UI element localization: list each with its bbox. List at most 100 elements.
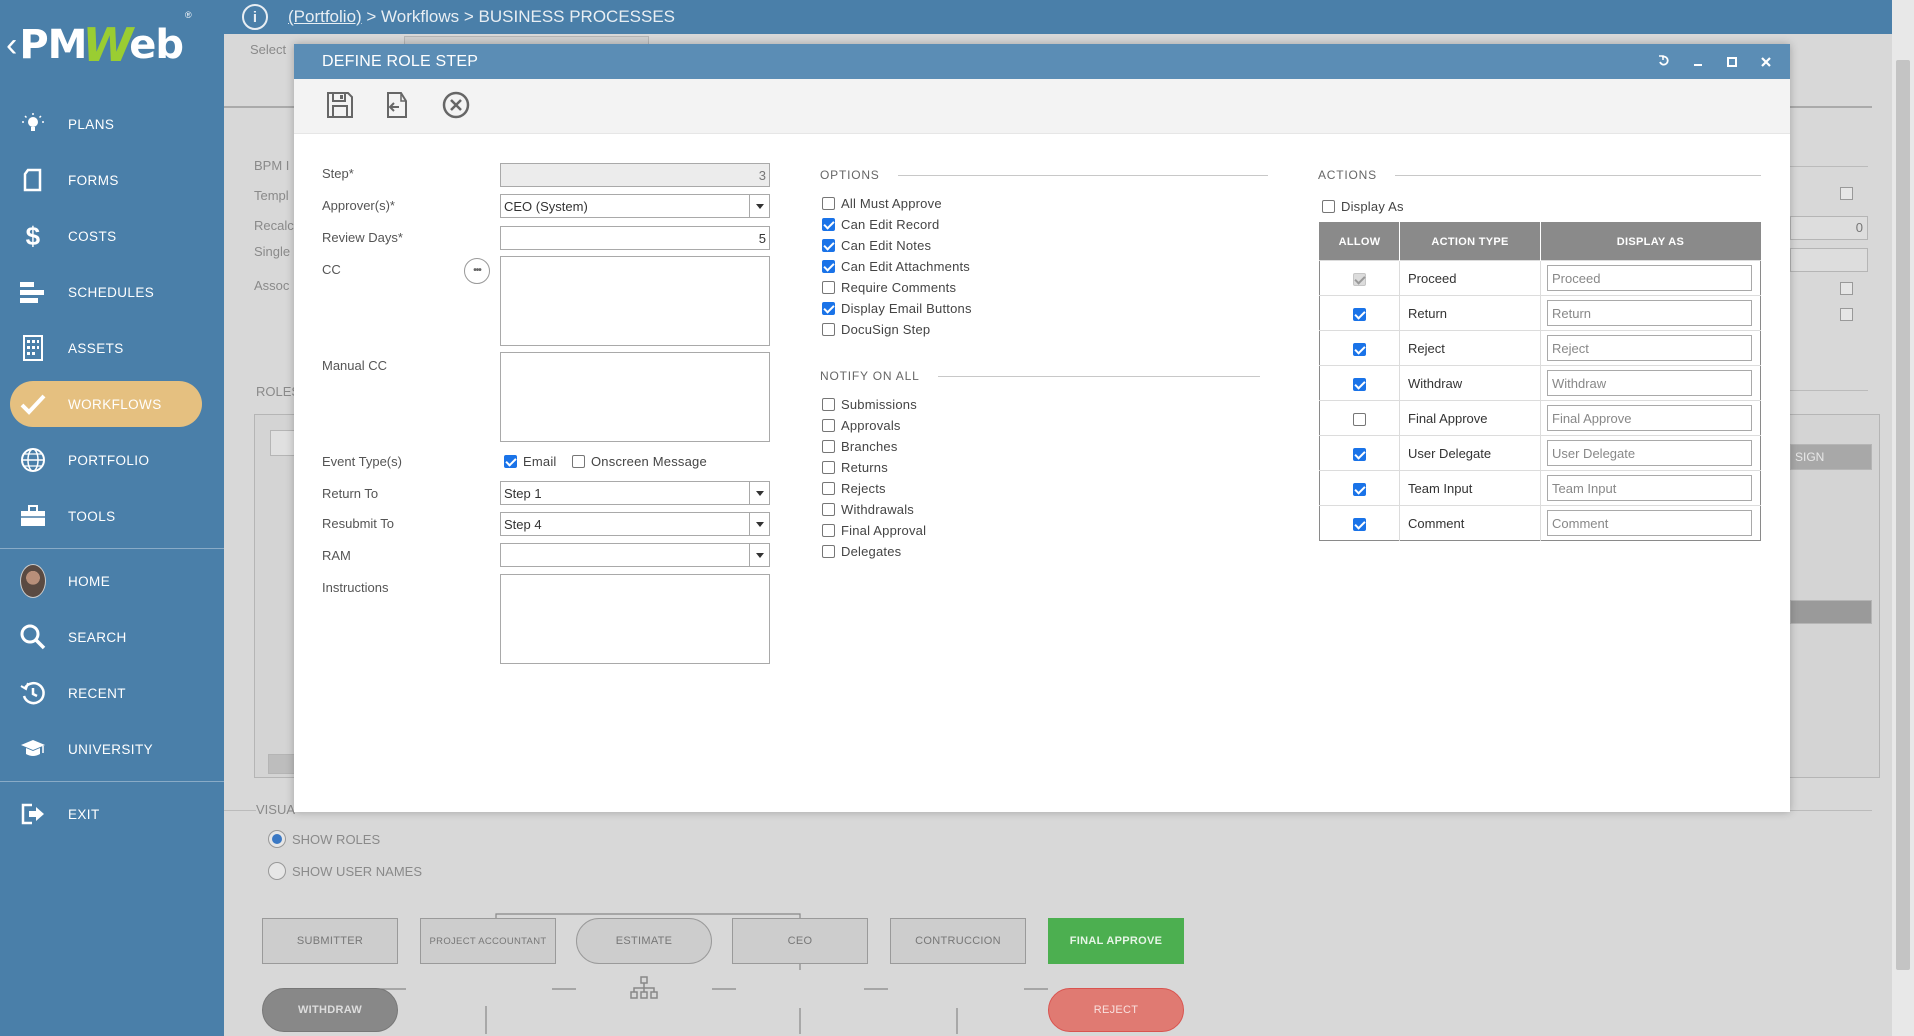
workflow-node-submitter[interactable]: SUBMITTER xyxy=(262,918,398,964)
maximize-icon[interactable] xyxy=(1722,54,1742,70)
page-scrollbar[interactable] xyxy=(1892,0,1914,1036)
checkbox-box[interactable] xyxy=(822,323,835,336)
notify-branches[interactable]: Branches xyxy=(822,439,898,454)
notify-withdrawals[interactable]: Withdrawals xyxy=(822,502,914,517)
sidebar-item-plans[interactable]: PLANS xyxy=(0,96,224,152)
checkbox-box[interactable] xyxy=(822,440,835,453)
option-require-comments[interactable]: Require Comments xyxy=(822,280,956,295)
notify-delegates[interactable]: Delegates xyxy=(822,544,901,559)
workflow-node-final-approve[interactable]: FINAL APPROVE xyxy=(1048,918,1184,964)
checkbox-box[interactable] xyxy=(822,524,835,537)
minimize-icon[interactable] xyxy=(1688,54,1708,70)
restore-icon[interactable] xyxy=(1654,54,1674,70)
checkbox-box[interactable] xyxy=(822,503,835,516)
sidebar-item-tools[interactable]: TOOLS xyxy=(0,488,224,544)
sidebar-item-workflows[interactable]: WORKFLOWS xyxy=(10,381,202,427)
show-user-names-radio[interactable] xyxy=(268,862,286,880)
workflow-node-project-accountant[interactable]: PROJECT ACCOUNTANT xyxy=(420,918,556,964)
notify-final-approval[interactable]: Final Approval xyxy=(822,523,926,538)
org-chart-icon[interactable] xyxy=(630,976,658,1003)
sidebar-item-university[interactable]: UNIVERSITY xyxy=(0,721,224,777)
allow-checkbox[interactable] xyxy=(1353,517,1366,531)
display-as-input[interactable]: Withdraw xyxy=(1547,370,1752,396)
display-as-input[interactable]: Final Approve xyxy=(1547,405,1752,431)
info-icon[interactable]: i xyxy=(242,4,268,30)
display-as-input[interactable]: Team Input xyxy=(1547,475,1752,501)
return-to-dropdown[interactable]: Step 1 xyxy=(500,481,770,505)
workflow-node-contruccion[interactable]: CONTRUCCION xyxy=(890,918,1026,964)
allow-checkbox[interactable] xyxy=(1353,482,1366,496)
close-icon[interactable] xyxy=(1756,54,1776,70)
notify-rejects[interactable]: Rejects xyxy=(822,481,886,496)
instructions-textarea[interactable] xyxy=(500,574,770,664)
event-email-checkbox[interactable]: Email xyxy=(504,454,557,469)
option-docusign-step[interactable]: DocuSign Step xyxy=(822,322,930,337)
checkbox-box[interactable] xyxy=(822,218,835,231)
chevron-down-icon[interactable] xyxy=(749,195,769,217)
chevron-down-icon[interactable] xyxy=(749,544,769,566)
workflow-node-reject[interactable]: REJECT xyxy=(1048,988,1184,1032)
cc-lookup-button[interactable]: ••• xyxy=(464,258,490,284)
background-dropdown[interactable] xyxy=(1790,248,1868,272)
option-can-edit-record[interactable]: Can Edit Record xyxy=(822,217,939,232)
breadcrumb-portfolio-link[interactable]: (Portfolio) xyxy=(288,7,362,26)
review-days-input[interactable]: 5 xyxy=(500,226,770,250)
workflow-node-ceo[interactable]: CEO xyxy=(732,918,868,964)
allow-checkbox[interactable] xyxy=(1353,377,1366,391)
display-as-input[interactable]: Return xyxy=(1547,300,1752,326)
display-as-input[interactable]: Comment xyxy=(1547,510,1752,536)
checkbox-box[interactable] xyxy=(822,302,835,315)
option-can-edit-attachments[interactable]: Can Edit Attachments xyxy=(822,259,970,274)
chevron-down-icon[interactable] xyxy=(749,482,769,504)
checkbox-box[interactable] xyxy=(822,197,835,210)
show-roles-radio[interactable] xyxy=(268,830,286,848)
allow-checkbox[interactable] xyxy=(1353,342,1366,356)
display-as-checkbox[interactable]: Display As xyxy=(1322,199,1404,214)
scrollbar-thumb[interactable] xyxy=(1896,60,1910,970)
background-checkbox[interactable] xyxy=(1840,282,1853,295)
display-as-input[interactable]: User Delegate xyxy=(1547,440,1752,466)
sidebar-item-costs[interactable]: $ COSTS xyxy=(0,208,224,264)
checkbox-box[interactable] xyxy=(1322,200,1335,213)
background-checkbox[interactable] xyxy=(1840,308,1853,321)
event-onscreen-checkbox[interactable]: Onscreen Message xyxy=(572,454,707,469)
allow-checkbox[interactable] xyxy=(1353,447,1366,461)
resubmit-to-dropdown[interactable]: Step 4 xyxy=(500,512,770,536)
workflow-node-estimate[interactable]: ESTIMATE xyxy=(576,918,712,964)
chevron-down-icon[interactable] xyxy=(749,513,769,535)
option-can-edit-notes[interactable]: Can Edit Notes xyxy=(822,238,931,253)
sidebar-item-recent[interactable]: RECENT xyxy=(0,665,224,721)
back-chevron-icon[interactable]: ‹ xyxy=(6,28,17,62)
manual-cc-textarea[interactable] xyxy=(500,352,770,442)
notify-returns[interactable]: Returns xyxy=(822,460,888,475)
approvers-dropdown[interactable]: CEO (System) xyxy=(500,194,770,218)
checkbox-box[interactable] xyxy=(822,260,835,273)
checkbox-box[interactable] xyxy=(572,455,585,468)
cc-textarea[interactable] xyxy=(500,256,770,346)
ram-dropdown[interactable] xyxy=(500,543,770,567)
checkbox-box[interactable] xyxy=(822,281,835,294)
sidebar-item-home[interactable]: HOME xyxy=(0,553,224,609)
pmweb-logo[interactable]: ‹ PM W eb ® xyxy=(0,0,224,90)
allow-checkbox[interactable] xyxy=(1353,412,1366,426)
display-as-input[interactable]: Reject xyxy=(1547,335,1752,361)
save-button[interactable] xyxy=(324,90,356,122)
notify-approvals[interactable]: Approvals xyxy=(822,418,901,433)
sidebar-item-forms[interactable]: FORMS xyxy=(0,152,224,208)
cancel-button[interactable] xyxy=(440,90,472,122)
checkbox-box[interactable] xyxy=(504,455,517,468)
allow-checkbox[interactable] xyxy=(1353,307,1366,321)
option-all-must-approve[interactable]: All Must Approve xyxy=(822,196,942,211)
checkbox-box[interactable] xyxy=(822,239,835,252)
sidebar-item-schedules[interactable]: SCHEDULES xyxy=(0,264,224,320)
workflow-node-withdraw[interactable]: WITHDRAW xyxy=(262,988,398,1032)
option-display-email-buttons[interactable]: Display Email Buttons xyxy=(822,301,972,316)
checkbox-box[interactable] xyxy=(822,419,835,432)
sidebar-item-assets[interactable]: ASSETS xyxy=(0,320,224,376)
sidebar-item-search[interactable]: SEARCH xyxy=(0,609,224,665)
notify-submissions[interactable]: Submissions xyxy=(822,397,917,412)
checkbox-box[interactable] xyxy=(822,482,835,495)
background-number-input[interactable]: 0 xyxy=(1790,216,1868,240)
sidebar-item-portfolio[interactable]: PORTFOLIO xyxy=(0,432,224,488)
checkbox-box[interactable] xyxy=(822,398,835,411)
